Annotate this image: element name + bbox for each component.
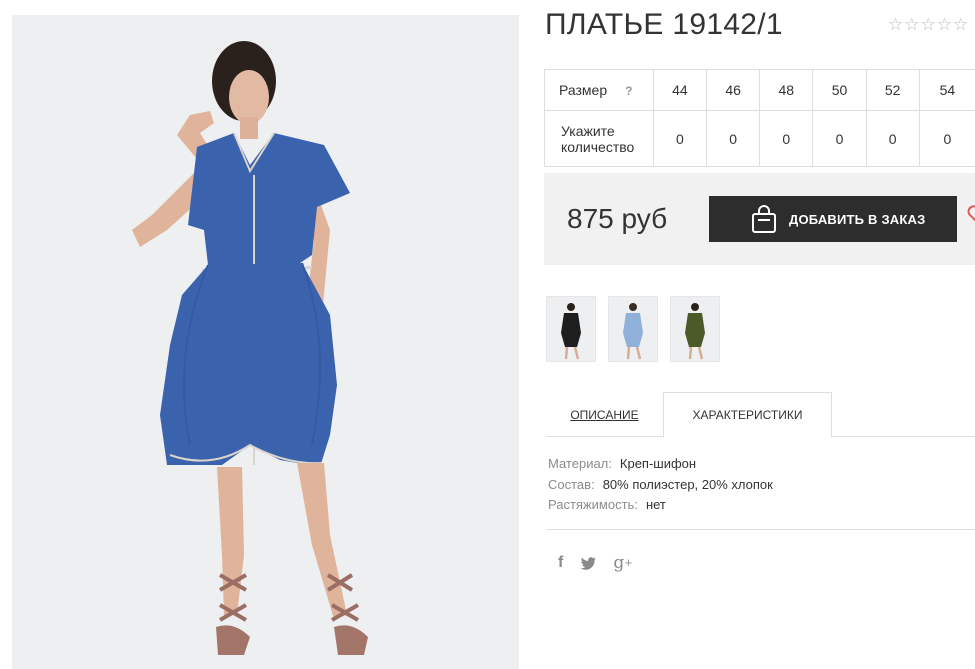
divider	[546, 529, 975, 530]
size-cell: 50	[812, 69, 867, 111]
thumbnail-black[interactable]	[546, 296, 596, 362]
quantity-row: Укажите количество 0 0 0 0 0 0	[544, 110, 975, 167]
star-icon[interactable]: ☆	[921, 16, 936, 33]
help-icon[interactable]: ?	[625, 84, 632, 98]
quantity-label-cell: Укажите количество	[544, 110, 654, 167]
characteristic-key: Материал:	[548, 456, 612, 471]
add-to-order-button[interactable]: ДОБАВИТЬ В ЗАКАЗ	[709, 196, 957, 242]
quantity-label-line1: Укажите	[561, 122, 615, 139]
product-title: ПЛАТЬЕ 19142/1	[545, 8, 783, 41]
size-cell: 48	[759, 69, 814, 111]
shopping-bag-icon	[751, 204, 777, 234]
product-price: 875 руб	[567, 203, 668, 234]
characteristic-key: Растяжимость:	[548, 497, 638, 512]
google-plus-g: g	[613, 553, 625, 573]
social-share: f g +	[558, 553, 633, 573]
product-main-image[interactable]	[12, 15, 519, 669]
add-to-order-label: ДОБАВИТЬ В ЗАКАЗ	[789, 211, 926, 227]
quantity-input[interactable]: 0	[652, 110, 708, 167]
size-row: Размер? 44 46 48 50 52 54	[544, 69, 975, 111]
characteristics-list: Материал: Креп-шифон Состав: 80% полиэстер…	[548, 454, 773, 516]
color-thumbnails	[546, 296, 720, 362]
rating-stars[interactable]: ☆ ☆ ☆ ☆ ☆	[888, 16, 968, 33]
size-cell: 46	[706, 69, 761, 111]
thumbnail-olive[interactable]	[670, 296, 720, 362]
thumbnail-light-blue[interactable]	[608, 296, 658, 362]
characteristic-value: Креп-шифон	[619, 456, 697, 471]
size-cell: 44	[652, 69, 708, 111]
heart-icon[interactable]	[967, 205, 975, 230]
product-tabs: ОПИСАНИЕ ХАРАКТЕРИСТИКИ	[546, 392, 975, 438]
tab-description[interactable]: ОПИСАНИЕ	[546, 392, 663, 437]
star-icon[interactable]: ☆	[937, 16, 952, 33]
quantity-input[interactable]: 0	[812, 110, 867, 167]
price-panel: 875 руб ДОБАВИТЬ В ЗАКАЗ	[544, 173, 975, 265]
characteristic-key: Состав:	[548, 476, 595, 492]
size-cell: 52	[865, 69, 920, 111]
size-cell: 54	[918, 69, 975, 111]
star-icon[interactable]: ☆	[953, 16, 968, 33]
characteristic-value: 80% полиэстер, 20% хлопок	[602, 476, 773, 492]
quantity-input[interactable]: 0	[865, 110, 920, 167]
star-icon[interactable]: ☆	[904, 16, 919, 33]
size-quantity-table: Размер? 44 46 48 50 52 54 Укажите количе…	[544, 69, 975, 167]
size-label: Размер	[559, 82, 608, 98]
google-plus-icon[interactable]: g +	[613, 553, 632, 573]
size-label-cell: Размер?	[544, 69, 654, 111]
quantity-label-line2: количество	[561, 138, 635, 155]
twitter-icon[interactable]	[580, 556, 596, 570]
characteristic-row: Растяжимость: нет	[548, 495, 773, 516]
tab-characteristics[interactable]: ХАРАКТЕРИСТИКИ	[663, 392, 832, 438]
characteristic-row: Состав: 80% полиэстер, 20% хлопок	[548, 475, 773, 496]
characteristic-value: нет	[645, 497, 666, 512]
quantity-input[interactable]: 0	[759, 110, 814, 167]
quantity-input[interactable]: 0	[918, 110, 975, 167]
google-plus-plus: +	[624, 557, 633, 569]
characteristic-row: Материал: Креп-шифон	[548, 454, 773, 475]
facebook-icon[interactable]: f	[558, 554, 563, 572]
star-icon[interactable]: ☆	[888, 16, 903, 33]
quantity-input[interactable]: 0	[706, 110, 761, 167]
